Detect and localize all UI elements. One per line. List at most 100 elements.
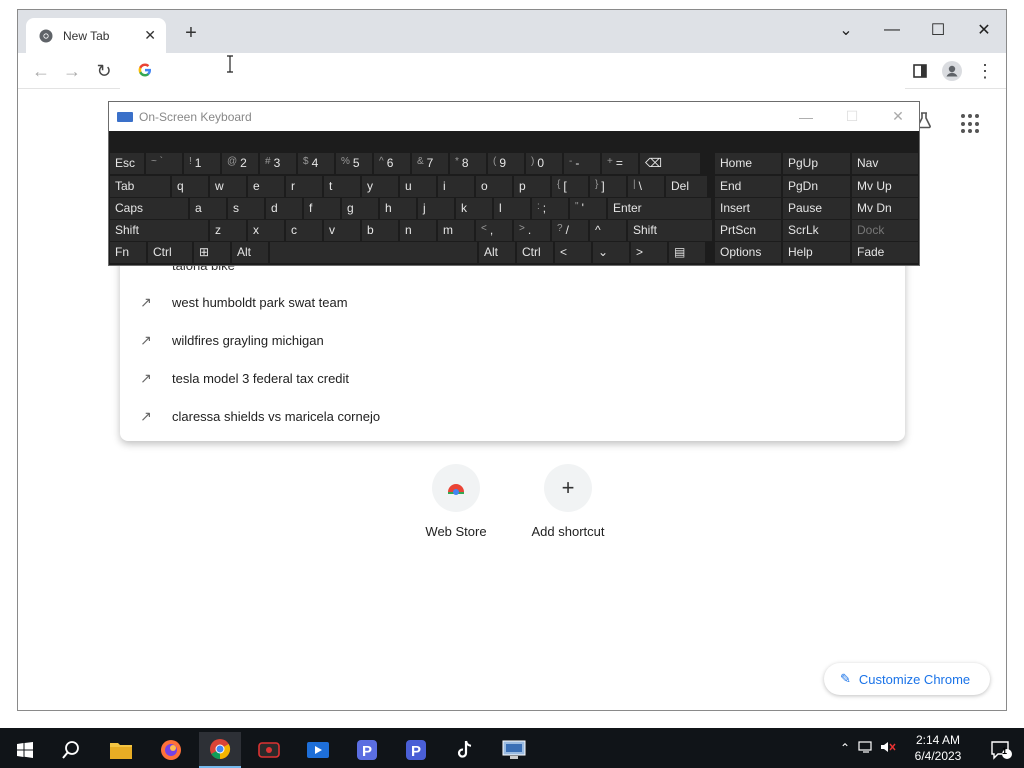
osk-key[interactable]: j — [418, 198, 454, 219]
volume-muted-icon[interactable] — [880, 740, 896, 757]
osk-nav-key[interactable]: PgDn — [783, 176, 850, 197]
osk-key[interactable]: ⌫ — [640, 153, 700, 174]
osk-key[interactable]: x — [248, 220, 284, 241]
osk-key[interactable]: b — [362, 220, 398, 241]
search-icon[interactable] — [50, 732, 92, 768]
list-item[interactable]: ↗ west humboldt park swat team — [120, 283, 905, 321]
osk-key[interactable]: $4 — [298, 153, 334, 174]
p-app-icon-2[interactable]: P — [395, 732, 437, 768]
osk-key[interactable]: < — [555, 242, 591, 263]
shortcut-web-store[interactable]: Web Store — [406, 464, 506, 539]
osk-key[interactable]: Shift — [110, 220, 208, 241]
back-button[interactable]: ← — [30, 60, 52, 82]
tiktok-icon[interactable] — [444, 732, 486, 768]
osk-key[interactable]: Caps — [110, 198, 188, 219]
osk-key[interactable]: Tab — [110, 176, 170, 197]
osk-key[interactable]: -- — [564, 153, 600, 174]
osk-key[interactable]: & 7 — [412, 153, 448, 174]
osk-key[interactable]: Esc — [110, 153, 144, 174]
omnibox[interactable] — [120, 53, 905, 89]
osk-key[interactable]: ) 0 — [526, 153, 562, 174]
osk-key[interactable]: i — [438, 176, 474, 197]
osk-nav-key[interactable]: Options — [715, 242, 781, 263]
osk-key[interactable]: | \ — [628, 176, 664, 197]
media-player-icon[interactable] — [297, 732, 339, 768]
osk-key[interactable]: {[ — [552, 176, 588, 197]
menu-more-icon[interactable]: ⋮ — [974, 60, 996, 82]
minimize-button[interactable]: — — [869, 16, 915, 44]
list-item[interactable]: ↗ tesla model 3 federal tax credit — [120, 359, 905, 397]
firefox-icon[interactable] — [150, 732, 192, 768]
osk-nav-key[interactable]: ScrLk — [783, 220, 850, 241]
clock[interactable]: 2:14 AM 6/4/2023 — [904, 732, 972, 764]
osk-nav-key[interactable]: Help — [783, 242, 850, 263]
osk-key[interactable]: " ' — [570, 198, 606, 219]
osk-nav-key[interactable]: Nav — [852, 153, 918, 174]
osk-key[interactable]: g — [342, 198, 378, 219]
reload-button[interactable]: ↻ — [93, 60, 115, 82]
shortcut-add[interactable]: + Add shortcut — [518, 464, 618, 539]
osk-nav-key[interactable]: Insert — [715, 198, 781, 219]
notifications-icon[interactable]: 1 — [980, 732, 1022, 768]
osk-nav-key[interactable]: Dock — [852, 220, 918, 241]
network-icon[interactable] — [858, 740, 874, 757]
osk-key[interactable]: Shift — [628, 220, 712, 241]
osk-titlebar[interactable]: On-Screen Keyboard — ☐ ✕ — [109, 102, 919, 131]
osk-key[interactable]: ^ 6 — [374, 153, 410, 174]
osk-key[interactable]: r — [286, 176, 322, 197]
osk-key[interactable]: % 5 — [336, 153, 372, 174]
osk-key[interactable]: (9 — [488, 153, 524, 174]
p-app-icon[interactable]: P — [346, 732, 388, 768]
osk-key[interactable]: w — [210, 176, 246, 197]
list-item[interactable]: ↗ wildfires grayling michigan — [120, 321, 905, 359]
osk-minimize-button[interactable]: — — [783, 102, 829, 131]
maximize-button[interactable]: ☐ — [915, 16, 961, 44]
osk-key[interactable]: Alt — [232, 242, 268, 263]
forward-button[interactable]: → — [61, 60, 83, 82]
new-tab-button[interactable]: + — [181, 23, 201, 44]
osk-key[interactable]: h — [380, 198, 416, 219]
tab-new-tab[interactable]: New Tab ✕ — [26, 18, 166, 53]
osk-nav-key[interactable]: PrtScn — [715, 220, 781, 241]
osk-key[interactable]: ~ ` — [146, 153, 182, 174]
osk-key[interactable]: a — [190, 198, 226, 219]
tab-search-dropdown-icon[interactable]: ⌄ — [823, 16, 869, 44]
osk-key[interactable]: z — [210, 220, 246, 241]
osk-key[interactable]: :; — [532, 198, 568, 219]
osk-key[interactable]: u — [400, 176, 436, 197]
osk-key[interactable]: f — [304, 198, 340, 219]
osk-key[interactable]: k — [456, 198, 492, 219]
osk-key[interactable]: l — [494, 198, 530, 219]
osk-key[interactable]: e — [248, 176, 284, 197]
osk-key[interactable]: d — [266, 198, 302, 219]
osk-key[interactable]: ^ — [590, 220, 626, 241]
osk-key[interactable]: #3 — [260, 153, 296, 174]
osk-nav-key[interactable]: Mv Dn — [852, 198, 918, 219]
chrome-icon[interactable] — [199, 732, 241, 768]
osk-key[interactable]: <, — [476, 220, 512, 241]
close-button[interactable]: ✕ — [961, 16, 1007, 44]
osk-key[interactable]: Enter — [608, 198, 711, 219]
osk-key[interactable]: Ctrl — [148, 242, 192, 263]
osk-key[interactable]: ⌄ — [593, 242, 629, 263]
file-explorer-icon[interactable] — [100, 732, 142, 768]
side-panel-icon[interactable] — [909, 60, 931, 82]
osk-nav-key[interactable]: Mv Up — [852, 176, 918, 197]
osk-key[interactable]: * 8 — [450, 153, 486, 174]
osk-key[interactable]: n — [400, 220, 436, 241]
chevron-up-icon[interactable]: ⌃ — [840, 741, 850, 755]
osk-key[interactable]: p — [514, 176, 550, 197]
remote-desktop-icon[interactable] — [493, 732, 535, 768]
osk-key[interactable]: y — [362, 176, 398, 197]
google-apps-icon[interactable] — [961, 114, 981, 134]
osk-key[interactable]: t — [324, 176, 360, 197]
osk-nav-key[interactable]: PgUp — [783, 153, 850, 174]
osk-key[interactable]: m — [438, 220, 474, 241]
osk-nav-key[interactable]: Pause — [783, 198, 850, 219]
osk-key[interactable]: ! 1 — [184, 153, 220, 174]
osk-key[interactable]: Fn — [110, 242, 146, 263]
list-item[interactable]: ↗ claressa shields vs maricela cornejo — [120, 397, 905, 435]
osk-key[interactable]: c — [286, 220, 322, 241]
osk-key[interactable]: > — [631, 242, 667, 263]
customize-chrome-button[interactable]: ✎ Customize Chrome — [824, 663, 990, 695]
